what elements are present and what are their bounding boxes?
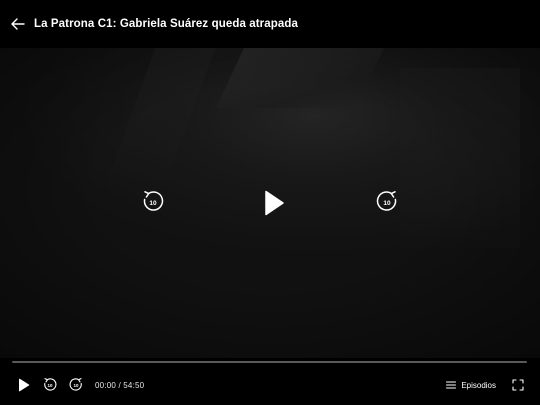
back-button[interactable] [9, 15, 27, 33]
arrow-left-icon [11, 18, 25, 30]
episodes-button[interactable]: Episodios [446, 381, 496, 390]
play-button[interactable] [16, 377, 32, 393]
play-icon [19, 378, 30, 392]
forward-10-icon: 10 [376, 191, 397, 211]
progress-bar[interactable] [12, 361, 527, 363]
video-title: La Patrona C1: Gabriela Suárez queda atr… [34, 18, 298, 30]
list-icon [446, 381, 457, 389]
forward-seconds-label: 10 [383, 200, 391, 207]
rewind-seconds-label-small: 10 [47, 383, 53, 388]
forward-seconds-label-small: 10 [73, 383, 79, 388]
play-button-large[interactable] [259, 186, 289, 220]
fullscreen-button[interactable] [510, 377, 526, 393]
fullscreen-icon [512, 379, 524, 391]
video-player: La Patrona C1: Gabriela Suárez queda atr… [0, 0, 540, 405]
rewind-10-icon: 10 [44, 378, 57, 391]
top-bar: La Patrona C1: Gabriela Suárez queda atr… [0, 0, 540, 48]
forward-10-button-small[interactable]: 10 [68, 377, 84, 393]
episodes-label: Episodios [461, 380, 496, 390]
play-icon [265, 190, 284, 216]
rewind-10-icon: 10 [143, 191, 164, 211]
rewind-10-button-small[interactable]: 10 [42, 377, 58, 393]
forward-10-icon: 10 [69, 378, 82, 391]
time-display: 00:00 / 54:50 [95, 380, 145, 390]
rewind-10-button[interactable]: 10 [140, 189, 166, 215]
bottom-controls: 10 10 00:00 / 54:50 Episodios [0, 370, 540, 400]
forward-10-button[interactable]: 10 [374, 189, 400, 215]
rewind-seconds-label: 10 [149, 200, 157, 207]
